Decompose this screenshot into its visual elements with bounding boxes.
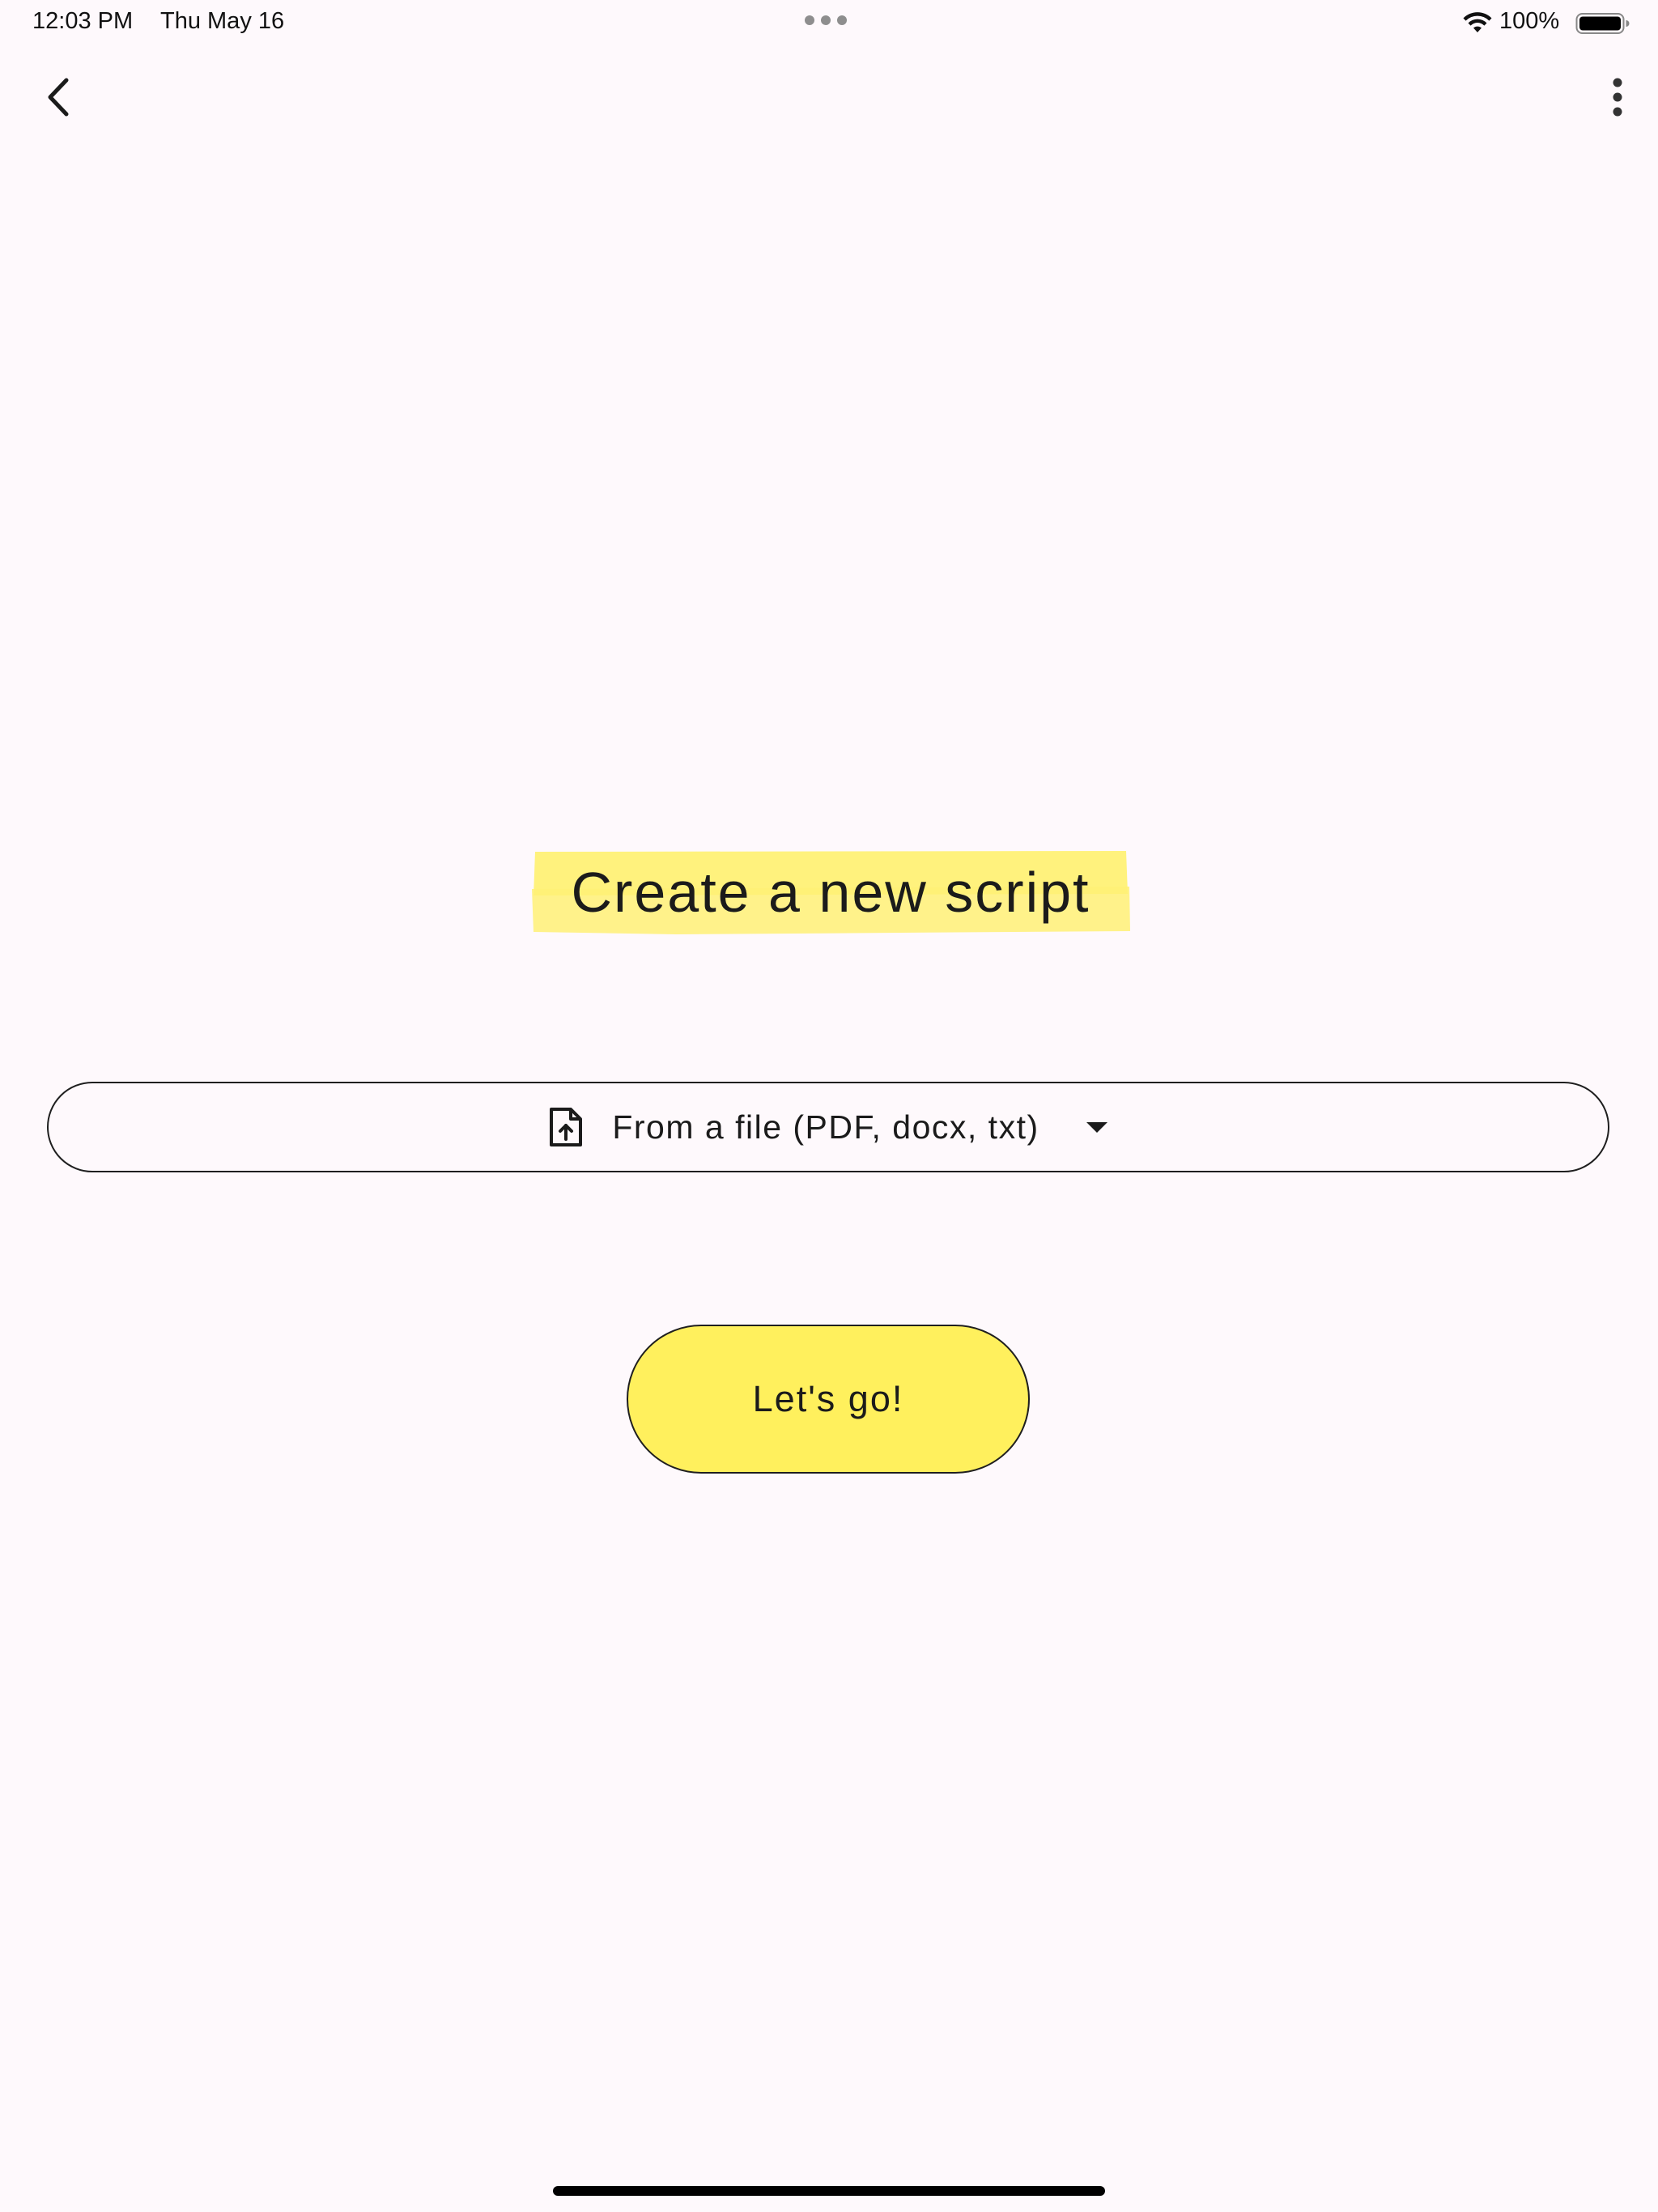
title-wrap: Create a new script (530, 849, 1131, 936)
home-indicator[interactable] (553, 2186, 1105, 2196)
lets-go-button[interactable]: Let's go! (627, 1325, 1030, 1474)
battery-icon (1575, 13, 1630, 34)
page-title: Create a new script (571, 861, 1090, 924)
caret-down-icon (1085, 1120, 1109, 1134)
wifi-icon (1463, 12, 1492, 32)
more-options-button[interactable] (1595, 73, 1640, 121)
source-select-label: From a file (PDF, docx, txt) (612, 1108, 1039, 1146)
more-vertical-icon (1613, 78, 1622, 117)
status-bar: 12:03 PM Thu May 16 100% (0, 0, 1658, 45)
status-date: Thu May 16 (160, 8, 285, 34)
file-upload-icon (547, 1106, 585, 1148)
multitask-dots-icon[interactable] (805, 15, 853, 28)
status-time: 12:03 PM (32, 8, 134, 34)
source-select[interactable]: From a file (PDF, docx, txt) (47, 1082, 1609, 1172)
back-button[interactable] (34, 73, 83, 121)
battery-percent: 100% (1499, 8, 1560, 34)
chevron-left-icon (48, 78, 69, 117)
